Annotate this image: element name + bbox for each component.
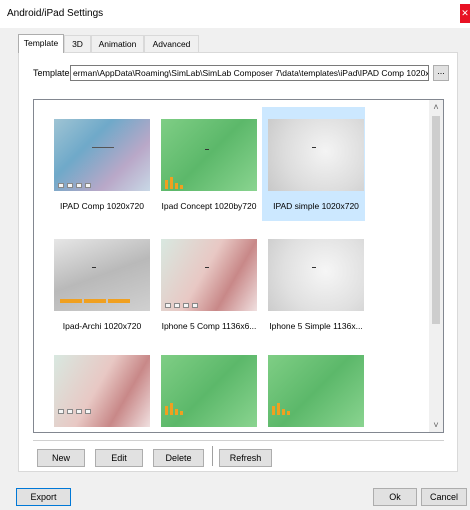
scroll-up-icon[interactable]: ˄ <box>429 100 443 114</box>
divider <box>33 440 444 441</box>
thumbnail-caption[interactable]: Iphone 5 Comp 1136x6... <box>156 321 262 331</box>
thumbnail-ipad-archi[interactable] <box>54 239 150 311</box>
export-button[interactable]: Export <box>16 488 71 506</box>
tab-advanced[interactable]: Advanced <box>144 35 199 52</box>
title-bar: Android/iPad Settings ✕ <box>0 0 470 28</box>
tab-template[interactable]: Template <box>18 34 64 53</box>
thumbnail-ipad-concept[interactable] <box>161 119 257 191</box>
thumbnail-chart-bars <box>165 177 183 189</box>
thumbnail-template[interactable] <box>54 355 150 427</box>
ok-button[interactable]: Ok <box>373 488 417 506</box>
thumbnail-template[interactable] <box>161 355 257 427</box>
refresh-button[interactable]: Refresh <box>219 449 272 467</box>
thumbnail-title-mark <box>312 267 316 268</box>
thumbnail-caption[interactable]: IPAD simple 1020x720 <box>263 201 369 211</box>
window-title: Android/iPad Settings <box>7 8 104 19</box>
thumbnail-caption[interactable]: Ipad Concept 1020by720 <box>156 201 262 211</box>
thumbnail-ipad-simple[interactable] <box>268 119 364 191</box>
thumbnail-toolbar <box>58 409 91 414</box>
delete-button[interactable]: Delete <box>153 449 204 467</box>
thumbnail-toolbar <box>58 183 91 188</box>
template-path-input[interactable]: erman\AppData\Roaming\SimLab\SimLab Comp… <box>70 65 429 81</box>
template-label: Template: <box>33 68 73 78</box>
thumbnail-template[interactable] <box>268 355 364 427</box>
thumbnail-chart-bars <box>272 403 290 415</box>
thumbnail-title-mark <box>205 149 209 150</box>
thumbnail-caption[interactable]: Ipad-Archi 1020x720 <box>49 321 155 331</box>
scrollbar-thumb[interactable] <box>432 116 440 324</box>
thumbnail-title-mark <box>205 267 209 268</box>
thumbnail-iphone5-simple[interactable] <box>268 239 364 311</box>
tab-animation[interactable]: Animation <box>91 35 144 52</box>
thumbnail-chart-bars <box>165 403 183 415</box>
gallery-scrollbar[interactable]: ˄ ˅ <box>429 100 443 432</box>
thumbnail-iphone5-comp[interactable] <box>161 239 257 311</box>
edit-button[interactable]: Edit <box>95 449 143 467</box>
cancel-button[interactable]: Cancel <box>421 488 467 506</box>
thumbnail-title-mark <box>92 267 96 268</box>
thumbnail-caption[interactable]: IPAD Comp 1020x720 <box>49 201 155 211</box>
thumbnail-title-mark <box>92 147 114 148</box>
thumbnail-toolbar <box>165 303 198 308</box>
thumbnail-caption[interactable]: Iphone 5 Simple 1136x... <box>263 321 369 331</box>
thumbnail-ipad-comp[interactable] <box>54 119 150 191</box>
scroll-down-icon[interactable]: ˅ <box>429 418 443 432</box>
template-gallery[interactable]: IPAD Comp 1020x720 Ipad Concept 1020by72… <box>33 99 444 433</box>
button-separator <box>212 446 213 466</box>
new-button[interactable]: New <box>37 449 85 467</box>
thumbnail-title-mark <box>312 147 316 148</box>
thumbnail-button-row <box>60 299 130 303</box>
close-button[interactable]: ✕ <box>460 4 470 23</box>
browse-button[interactable]: ... <box>433 65 449 81</box>
tab-3d[interactable]: 3D <box>64 35 91 52</box>
